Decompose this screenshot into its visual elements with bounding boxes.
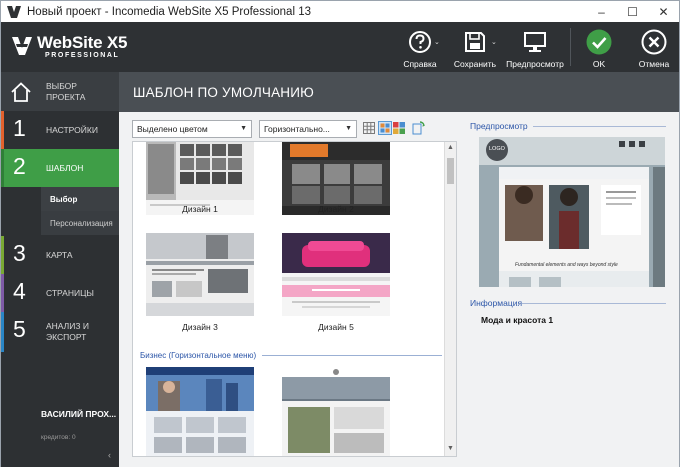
- sidebar-item-label: АНАЛИЗ И ЭКСПОРТ: [46, 321, 89, 342]
- page-title: ШАБЛОН ПО УМОЛЧАНИЮ: [133, 85, 314, 100]
- help-dropdown-icon: ⌄: [434, 39, 440, 46]
- color-grid-view-icon[interactable]: [392, 121, 406, 135]
- gallery-scrollbar[interactable]: ▲ ▼: [444, 142, 456, 456]
- step-number: 5: [13, 316, 26, 342]
- step-color-bar: [1, 274, 4, 312]
- step-number: 4: [13, 278, 26, 304]
- menu-filter-select[interactable]: Горизонтально... ▼: [259, 120, 357, 138]
- panel-divider: [533, 126, 666, 127]
- chevron-down-icon: ▼: [240, 125, 247, 132]
- window-title: Новый проект - Incomedia WebSite X5 Prof…: [27, 5, 311, 18]
- user-name: ВАСИЛИЙ ПРОХ...: [41, 409, 117, 419]
- checkmark-icon: [586, 29, 612, 55]
- title-bar: Новый проект - Incomedia WebSite X5 Prof…: [1, 1, 679, 22]
- menu-filter-value: Горизонтально...: [264, 124, 330, 134]
- step-color-bar: [1, 236, 4, 274]
- save-icon: [465, 32, 485, 52]
- color-filter-select[interactable]: Выделено цветом ▼: [132, 120, 252, 138]
- sidebar-subitem-personalization[interactable]: Персонализация: [41, 211, 119, 235]
- save-dropdown-icon: ⌄: [491, 39, 497, 46]
- maximize-button[interactable]: ☐: [617, 1, 648, 22]
- color-filter-value: Выделено цветом: [137, 124, 208, 134]
- app-window: Новый проект - Incomedia WebSite X5 Prof…: [0, 0, 680, 467]
- template-preview: LOGO Fundamental elements and ways beyon…: [479, 137, 665, 287]
- import-template-icon[interactable]: [411, 121, 425, 135]
- cancel-label: Отмена: [638, 59, 670, 69]
- toolbar-divider: [570, 28, 571, 66]
- sidebar-item-template[interactable]: 2 ШАБЛОН: [1, 149, 119, 187]
- collapse-sidebar-icon[interactable]: ‹: [108, 450, 111, 460]
- template-gallery: Дизайн 1 Дизайн 2 Дизайн 3 Дизайн 5 Бизн…: [132, 141, 457, 457]
- step-number: 1: [13, 115, 26, 141]
- sidebar-subitem-select[interactable]: Выбор: [41, 187, 119, 211]
- home-icon: [11, 82, 31, 102]
- template-caption: Дизайн 5: [318, 322, 354, 332]
- sidebar-item-label: СТРАНИЦЫ: [46, 288, 94, 298]
- sidebar-item-label: НАСТРОЙКИ: [46, 125, 98, 135]
- info-panel-title: Информация: [470, 298, 523, 308]
- scrollbar-thumb[interactable]: [447, 158, 454, 184]
- window-controls: – ☐ ✕: [586, 1, 679, 22]
- close-window-button[interactable]: ✕: [648, 1, 679, 22]
- chevron-down-icon: ▼: [345, 125, 352, 132]
- brand-edition: PROFESSIONAL: [45, 52, 120, 59]
- template-thumb-business-2[interactable]: [282, 367, 390, 457]
- save-label: Сохранить: [453, 59, 497, 69]
- template-caption: Дизайн 2: [318, 204, 354, 214]
- main-content: Выделено цветом ▼ Горизонтально... ▼ Диз…: [119, 112, 679, 467]
- small-grid-view-icon[interactable]: [362, 121, 376, 135]
- template-thumb-business-1[interactable]: [146, 367, 254, 457]
- step-color-bar: [1, 149, 4, 187]
- preview-label: Предпросмотр: [506, 59, 564, 69]
- category-label: Бизнес (Горизонтальное меню): [140, 351, 257, 360]
- user-credits: кредитов: 0: [41, 434, 76, 441]
- sidebar-item-label: ВЫБОР ПРОЕКТА: [46, 81, 86, 102]
- step-number: 2: [13, 153, 26, 179]
- page-header: ШАБЛОН ПО УМОЛЧАНИЮ: [119, 72, 679, 112]
- preview-caption: Fundamental elements and ways beyond sty…: [515, 262, 618, 268]
- sidebar-item-analysis-export[interactable]: 5 АНАЛИЗ И ЭКСПОРТ: [1, 312, 119, 352]
- step-number: 3: [13, 240, 26, 266]
- main-toolbar: WebSite X5 PROFESSIONAL ⌄ Справка ⌄ Сохр…: [1, 22, 679, 72]
- cancel-icon: [641, 29, 667, 55]
- ok-label: OK: [592, 59, 606, 69]
- sidebar-item-map[interactable]: 3 КАРТА: [1, 236, 119, 274]
- panel-divider: [522, 303, 666, 304]
- sidebar-item-settings[interactable]: 1 НАСТРОЙКИ: [1, 111, 119, 149]
- scroll-up-icon[interactable]: ▲: [445, 144, 456, 151]
- sidebar-item-label: КАРТА: [46, 250, 73, 260]
- sidebar-item-project-select[interactable]: ВЫБОР ПРОЕКТА: [1, 72, 119, 111]
- step-color-bar: [1, 312, 4, 352]
- monitor-icon: [524, 32, 546, 52]
- help-label: Справка: [403, 59, 437, 69]
- template-caption: Дизайн 3: [182, 322, 218, 332]
- template-caption: Дизайн 1: [182, 204, 218, 214]
- preview-logo-text: LOGO: [489, 146, 505, 152]
- websitex5-logo-icon: [12, 37, 32, 55]
- step-color-bar: [1, 111, 4, 149]
- help-icon: [409, 31, 431, 53]
- category-divider: [262, 355, 442, 356]
- template-thumb-design-3[interactable]: [146, 233, 254, 316]
- brand-name: WebSite X5: [37, 33, 128, 52]
- scroll-down-icon[interactable]: ▼: [445, 445, 456, 452]
- template-name: Мода и красота 1: [481, 315, 554, 325]
- sidebar: ВЫБОР ПРОЕКТА 1 НАСТРОЙКИ 2 ШАБЛОН Выбор…: [1, 72, 119, 467]
- app-logo-icon: [7, 5, 21, 18]
- template-thumb-design-5[interactable]: [282, 233, 390, 316]
- large-grid-view-icon[interactable]: [378, 121, 392, 135]
- sidebar-item-label: ШАБЛОН: [46, 163, 84, 173]
- preview-panel-title: Предпросмотр: [470, 121, 528, 131]
- sidebar-item-pages[interactable]: 4 СТРАНИЦЫ: [1, 274, 119, 312]
- minimize-button[interactable]: –: [586, 1, 617, 22]
